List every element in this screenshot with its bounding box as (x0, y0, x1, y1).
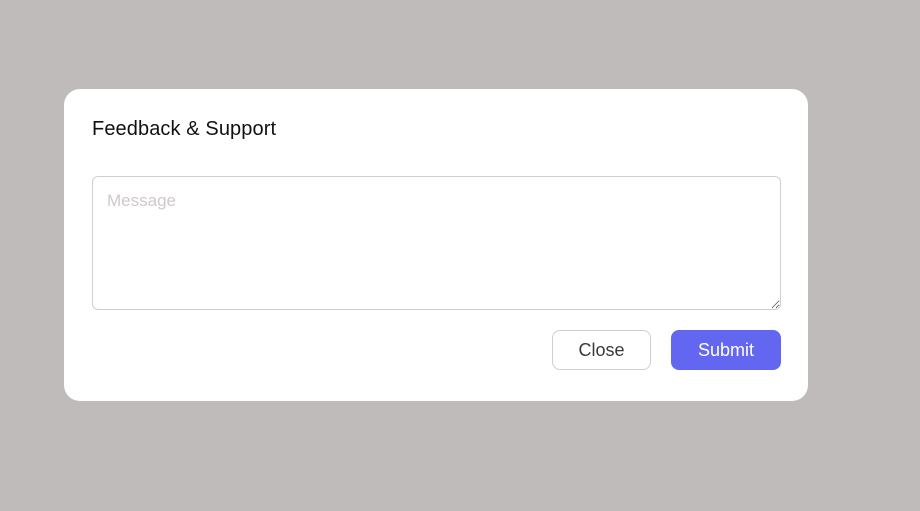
dialog-title: Feedback & Support (92, 118, 277, 140)
submit-button[interactable]: Submit (671, 330, 781, 370)
feedback-dialog: Feedback & Support Close Submit (64, 89, 808, 401)
close-button[interactable]: Close (552, 330, 651, 370)
message-textarea[interactable] (92, 176, 781, 310)
